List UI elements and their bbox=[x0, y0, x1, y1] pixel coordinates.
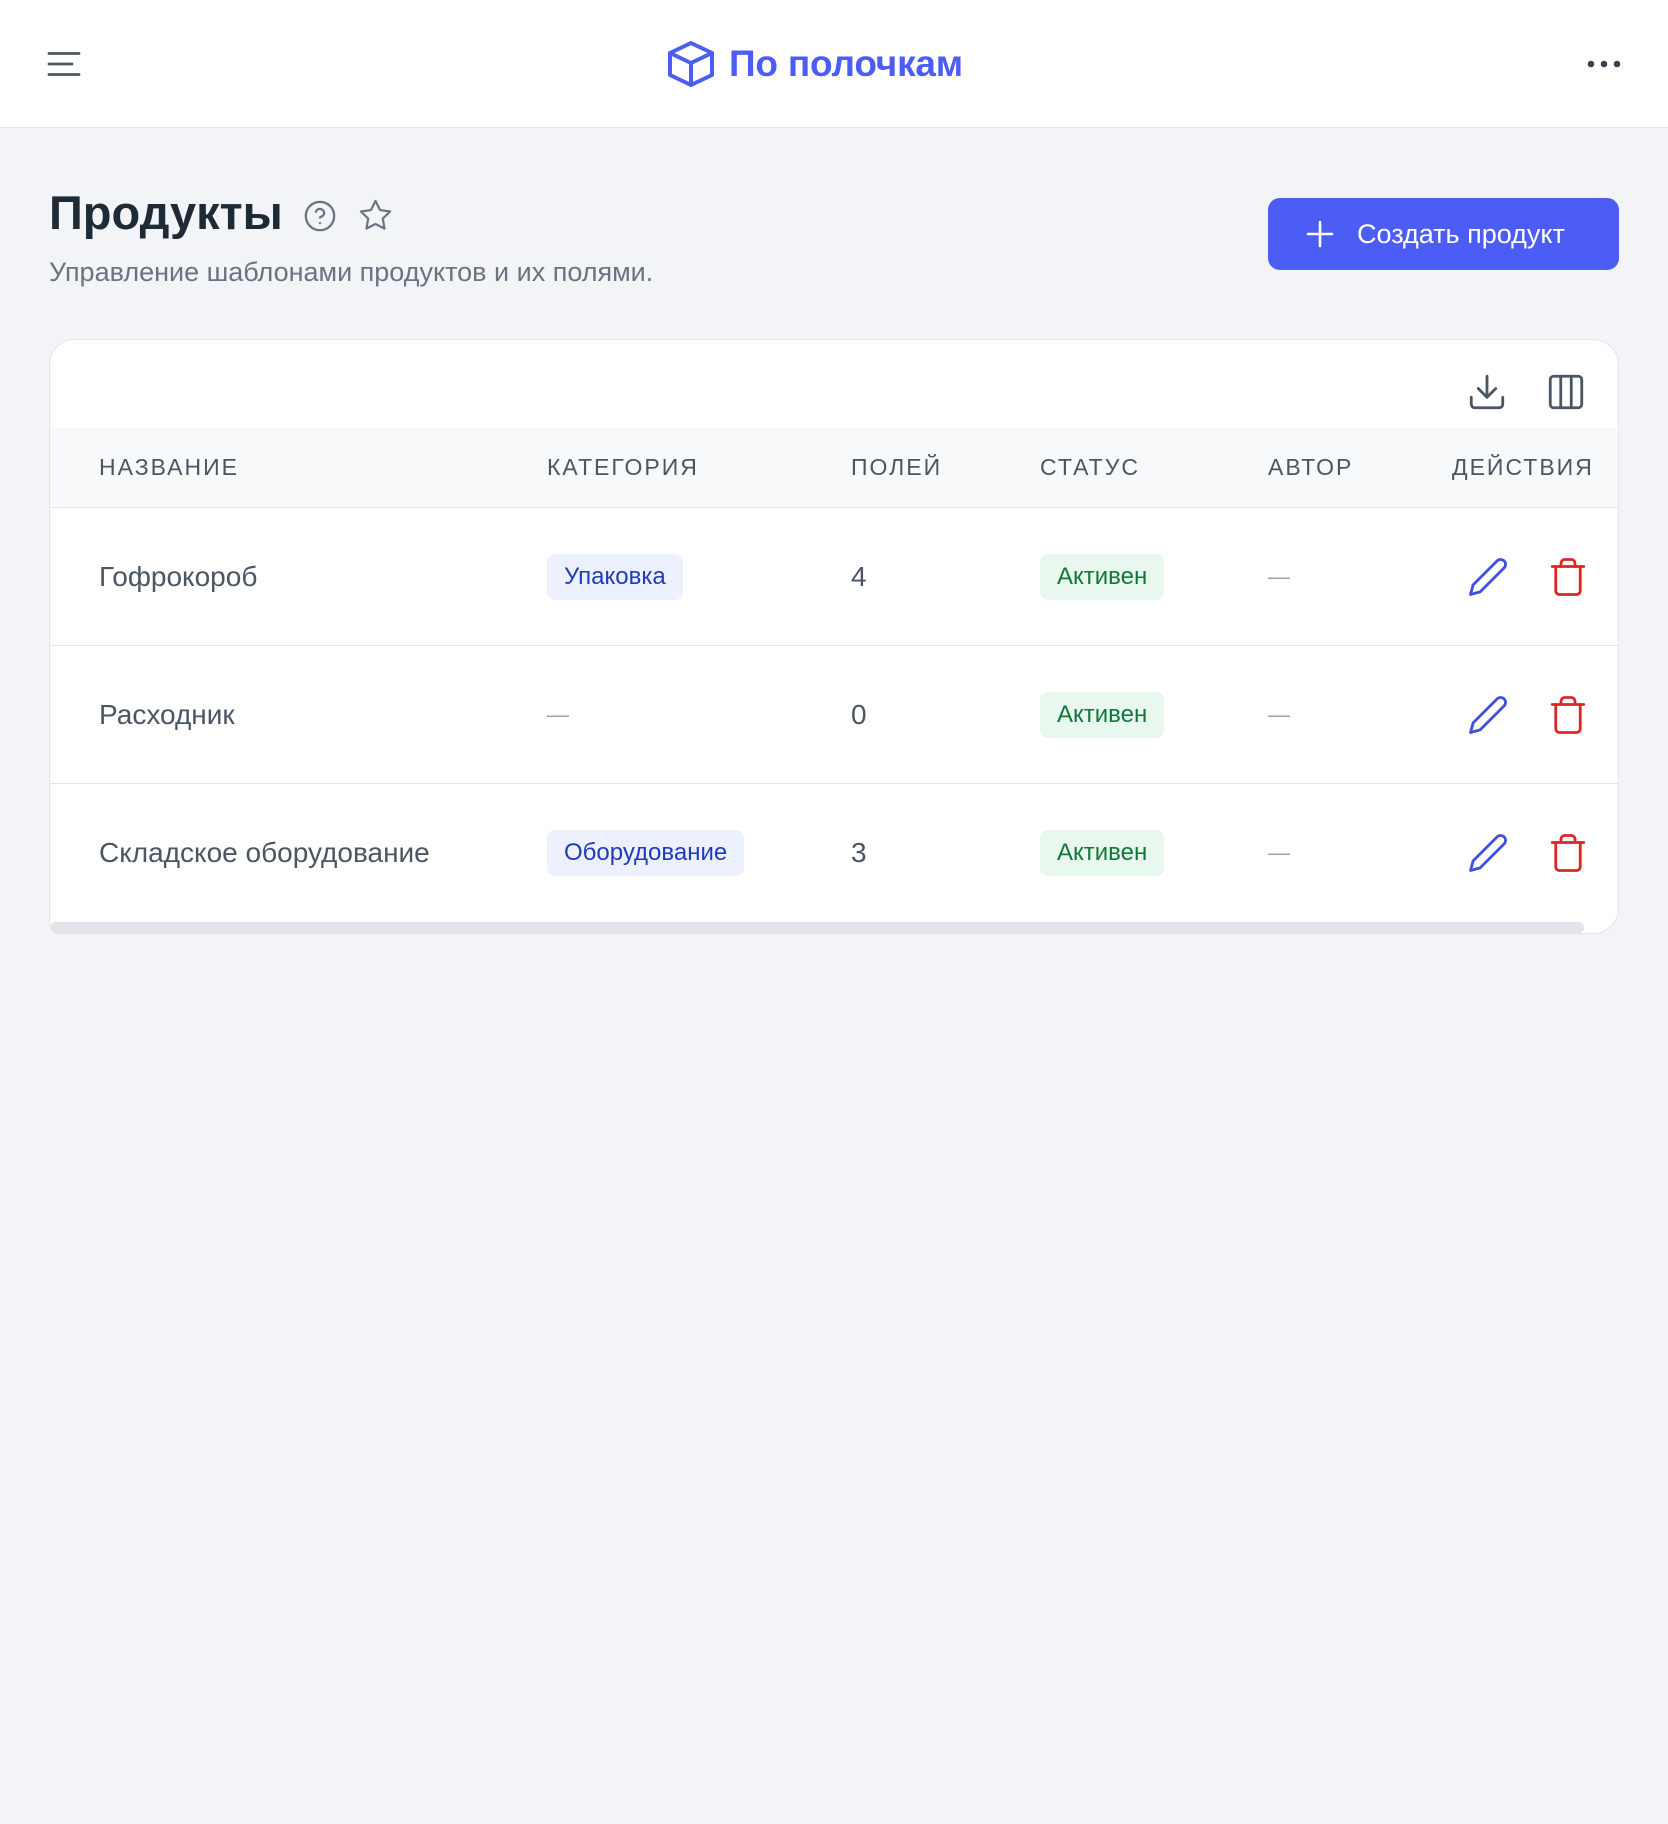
status-badge: Активен bbox=[1040, 553, 1165, 600]
fields-count-cell: 3 bbox=[851, 784, 867, 922]
horizontal-scrollbar[interactable] bbox=[50, 922, 1584, 933]
author-value: — bbox=[1268, 563, 1290, 589]
status-cell: Активен bbox=[1040, 508, 1165, 645]
column-header-category: КАТЕГОРИЯ bbox=[547, 454, 699, 480]
column-header-name: НАЗВАНИЕ bbox=[99, 454, 239, 480]
edit-button[interactable] bbox=[1466, 831, 1510, 875]
name-cell: Складское оборудование bbox=[99, 784, 430, 922]
name-cell: Гофрокороб bbox=[99, 508, 257, 645]
help-circle-icon bbox=[304, 200, 336, 232]
trash-icon bbox=[1550, 695, 1586, 734]
actions-cell bbox=[1466, 646, 1590, 783]
plus-icon bbox=[1306, 220, 1334, 248]
pencil-icon bbox=[1469, 834, 1507, 872]
author-value: — bbox=[1268, 840, 1290, 865]
author-cell: — bbox=[1268, 508, 1290, 645]
fields-count: 3 bbox=[851, 837, 867, 868]
favorite-button[interactable] bbox=[358, 198, 393, 233]
columns-settings-button[interactable] bbox=[1544, 370, 1588, 414]
category-cell: — bbox=[547, 646, 569, 783]
cube-icon bbox=[668, 41, 714, 87]
status-badge: Активен bbox=[1040, 691, 1165, 738]
status-cell: Активен bbox=[1040, 646, 1165, 783]
download-icon bbox=[1469, 374, 1505, 410]
column-header-author: АВТОР bbox=[1268, 454, 1354, 480]
menu-icon bbox=[47, 52, 81, 76]
columns-icon bbox=[1548, 374, 1584, 410]
delete-button[interactable] bbox=[1546, 555, 1590, 599]
product-name: Складское оборудование bbox=[99, 837, 430, 868]
pencil-icon bbox=[1469, 695, 1507, 734]
menu-button[interactable] bbox=[44, 44, 84, 84]
create-product-label: Создать продукт bbox=[1357, 219, 1565, 249]
author-cell: — bbox=[1268, 646, 1290, 783]
category-cell: Упаковка bbox=[547, 508, 683, 645]
pencil-icon bbox=[1469, 557, 1507, 596]
more-options-button[interactable] bbox=[1585, 44, 1625, 84]
edit-button[interactable] bbox=[1466, 693, 1510, 737]
fields-count-cell: 4 bbox=[851, 508, 867, 645]
create-product-button[interactable]: Создать продукт bbox=[1268, 198, 1619, 270]
edit-button[interactable] bbox=[1466, 555, 1510, 599]
page-subtitle: Управление шаблонами продуктов и их поля… bbox=[49, 257, 654, 287]
table-row: Расходник — 0 Активен — bbox=[50, 646, 1618, 784]
category-badge: Оборудование bbox=[547, 830, 745, 876]
star-icon bbox=[359, 199, 392, 230]
trash-icon bbox=[1550, 557, 1586, 596]
brand-logo-link[interactable]: По полочкам bbox=[667, 40, 963, 88]
column-header-status: СТАТУС bbox=[1040, 454, 1140, 480]
table-row: Складское оборудование Оборудование 3 Ак… bbox=[50, 784, 1618, 922]
fields-count: 4 bbox=[851, 560, 867, 592]
trash-icon bbox=[1550, 834, 1586, 872]
more-horizontal-icon bbox=[1587, 60, 1621, 68]
actions-cell bbox=[1466, 784, 1590, 922]
category-empty-value: — bbox=[547, 701, 569, 727]
table-row: Гофрокороб Упаковка 4 Активен — bbox=[50, 508, 1618, 646]
author-cell: — bbox=[1268, 784, 1290, 922]
page-title: Продукты bbox=[49, 186, 283, 239]
column-header-fields: ПОЛЕЙ bbox=[851, 454, 943, 480]
status-cell: Активен bbox=[1040, 784, 1165, 922]
fields-count-cell: 0 bbox=[851, 646, 867, 783]
product-name: Гофрокороб bbox=[99, 560, 258, 592]
category-cell: Оборудование bbox=[547, 784, 745, 922]
top-bar: По полочкам bbox=[0, 0, 1668, 128]
help-button[interactable] bbox=[303, 199, 337, 233]
brand-name: По полочкам bbox=[729, 43, 963, 84]
delete-button[interactable] bbox=[1546, 831, 1590, 875]
actions-cell bbox=[1466, 508, 1590, 645]
table-header: НАЗВАНИЕ КАТЕГОРИЯ ПОЛЕЙ СТАТУС АВТОР ДЕ… bbox=[50, 428, 1618, 508]
product-name: Расходник bbox=[99, 698, 235, 730]
delete-button[interactable] bbox=[1546, 693, 1590, 737]
author-value: — bbox=[1268, 701, 1290, 727]
products-table-card: НАЗВАНИЕ КАТЕГОРИЯ ПОЛЕЙ СТАТУС АВТОР ДЕ… bbox=[49, 339, 1619, 934]
category-badge: Упаковка bbox=[547, 553, 683, 600]
status-badge: Активен bbox=[1040, 830, 1165, 876]
name-cell: Расходник bbox=[99, 646, 235, 783]
column-header-actions: ДЕЙСТВИЯ bbox=[1452, 454, 1594, 480]
fields-count: 0 bbox=[851, 698, 867, 730]
export-button[interactable] bbox=[1465, 370, 1509, 414]
